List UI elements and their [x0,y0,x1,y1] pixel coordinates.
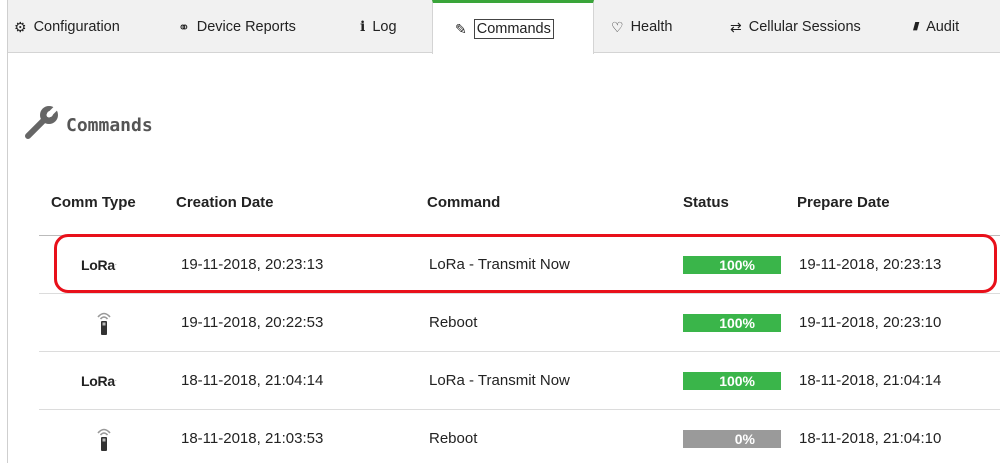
column-header-creation-date[interactable]: Creation Date [176,194,274,211]
tab-commands[interactable]: ✎ Commands [432,0,594,54]
creation-date: 19-11-2018, 20:22:53 [181,314,324,331]
prepare-date: 18-11-2018, 21:04:10 [799,430,942,447]
prepare-date: 19-11-2018, 20:23:13 [799,256,942,273]
tab-label: Log [372,18,397,35]
wrench-icon: ✎ [455,20,467,37]
section-heading: Commands [24,103,153,141]
tab-configuration[interactable]: ⚙ Configuration [14,0,120,53]
column-header-command[interactable]: Command [427,194,500,211]
cellular-icon [96,410,112,467]
tab-label: Commands [473,18,554,39]
command: Reboot [429,314,478,331]
status-badge: 100% [683,313,781,332]
gears-icon: ⚙ [14,18,27,35]
column-header-comm-type[interactable]: Comm Type [51,194,136,211]
table-row[interactable]: LoRa · 18-11-2018, 21:04:14 LoRa - Transm… [39,351,1000,409]
command: Reboot [429,430,478,447]
tab-audit[interactable]: ▮ Audit [911,0,960,53]
tab-label: Health [630,18,673,35]
wrench-icon [25,103,61,139]
table-row[interactable]: 19-11-2018, 20:22:53 Reboot 100% 19-11-2… [39,293,1000,351]
creation-date: 18-11-2018, 21:03:53 [181,430,324,447]
tab-health[interactable]: ♡ Health [611,0,672,53]
command: LoRa - Transmit Now [429,372,570,389]
tab-bar: ⚙ Configuration ⚭ Device Reports i Log ✎… [8,0,1000,54]
status-cell: 100% [683,294,781,351]
stethoscope-icon: ♡ [611,18,624,35]
status-cell: 100% [683,236,781,293]
column-header-prepare-date[interactable]: Prepare Date [797,194,890,211]
status-badge: 100% [683,255,781,274]
info-icon: i [360,18,366,35]
page-title: Commands [66,114,153,136]
status-badge: 0% [683,429,781,448]
lora-icon: LoRa · [81,256,117,273]
status-badge: 100% [683,371,781,390]
tab-log[interactable]: i Log [360,0,397,53]
tab-label: Cellular Sessions [748,18,861,35]
exchange-icon: ⇄ [730,18,742,35]
prepare-date: 18-11-2018, 21:04:14 [799,372,942,389]
tab-cellular-sessions[interactable]: ⇄ Cellular Sessions [730,0,861,53]
share-nodes-icon: ⚭ [178,18,190,35]
command: LoRa - Transmit Now [429,256,570,273]
column-header-status[interactable]: Status [683,194,729,211]
status-cell: 100% [683,352,781,409]
cellular-icon [96,294,112,351]
creation-date: 19-11-2018, 20:23:13 [181,256,324,273]
table-row[interactable]: 18-11-2018, 21:03:53 Reboot 0% 18-11-201… [39,409,1000,467]
table-row[interactable]: LoRa · 19-11-2018, 20:23:13 LoRa - Transm… [39,235,1000,293]
prepare-date: 19-11-2018, 20:23:10 [799,314,942,331]
creation-date: 18-11-2018, 21:04:14 [181,372,324,389]
lora-icon: LoRa · [81,372,117,389]
status-cell: 0% [683,410,781,467]
book-icon: ▮ [911,20,921,32]
tab-device-reports[interactable]: ⚭ Device Reports [178,0,296,53]
tab-label: Configuration [33,18,120,35]
tab-label: Audit [926,18,960,35]
tab-label: Device Reports [196,18,296,35]
